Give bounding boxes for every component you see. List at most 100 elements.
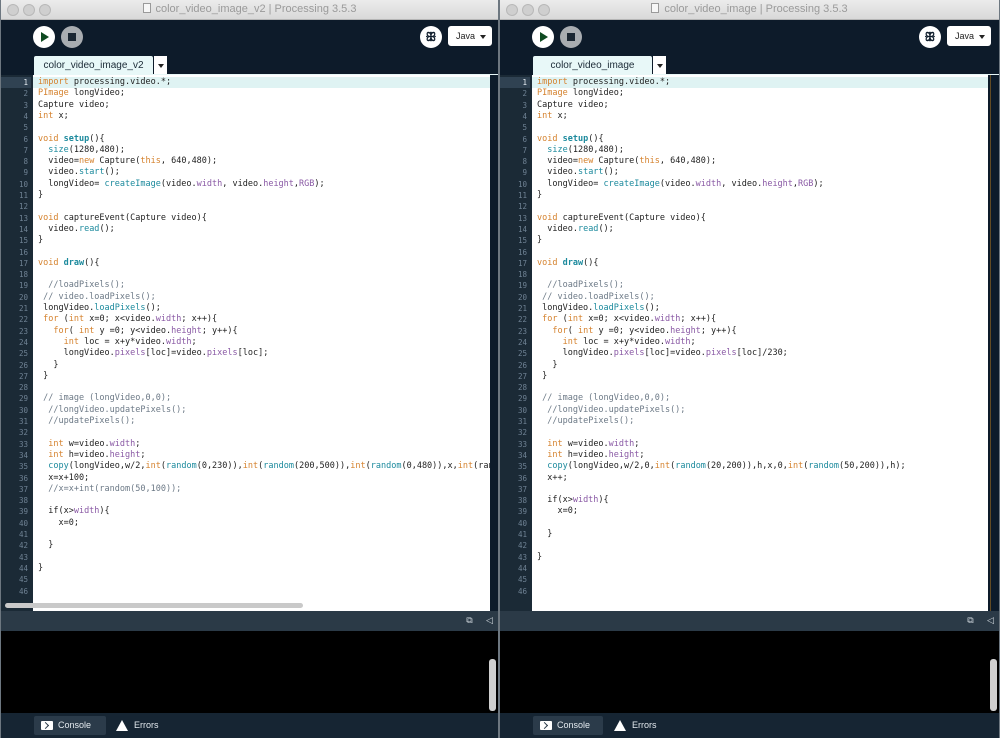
code-line[interactable]: int w=video.width; [532,439,988,450]
code-line[interactable] [33,201,490,212]
tab-menu-button[interactable] [154,56,167,75]
code-line[interactable]: int h=video.height; [33,450,490,461]
errors-tab[interactable]: Errors [608,716,668,735]
debug-button[interactable]: ꕥ [420,26,442,48]
tab-sketch[interactable]: color_video_image_v2 [34,56,153,75]
code-line[interactable]: video.read(); [33,224,490,235]
code-line[interactable]: //loadPixels(); [33,280,490,291]
code-line[interactable]: // video.loadPixels(); [532,292,988,303]
code-line[interactable] [33,586,490,597]
code-line[interactable]: longVideo.loadPixels(); [532,303,988,314]
code-line[interactable]: Capture video; [33,100,490,111]
code-line[interactable]: for (int x=0; x<video.width; x++){ [33,314,490,325]
code-line[interactable]: size(1280,480); [33,145,490,156]
code-line[interactable] [33,495,490,506]
code-line[interactable] [532,247,988,258]
code-line[interactable]: import processing.video.*; [532,77,988,89]
code-line[interactable]: int h=video.height; [532,450,988,461]
code-line[interactable]: // image (longVideo,0,0); [532,393,988,404]
code-line[interactable]: longVideo= createImage(video.width, vide… [532,179,988,190]
code-line[interactable]: // image (longVideo,0,0); [33,393,490,404]
code-line[interactable] [532,518,988,529]
code-line[interactable]: } [532,371,988,382]
code-line[interactable]: for( int y =0; y<video.height; y++){ [33,326,490,337]
code-line[interactable] [33,247,490,258]
code-line[interactable]: int loc = x+y*video.width; [33,337,490,348]
code-line[interactable]: x=x+100; [33,473,490,484]
code-line[interactable] [33,382,490,393]
console-tab[interactable]: Console [533,716,603,735]
code-line[interactable]: longVideo.pixels[loc]=video.pixels[loc]; [33,348,490,359]
run-button[interactable] [33,26,55,48]
mode-selector[interactable]: Java [448,26,492,46]
console-scrollbar[interactable] [990,659,997,711]
code-line[interactable] [532,382,988,393]
code-line[interactable]: void setup(){ [33,134,490,145]
console-output[interactable] [1,631,498,713]
code-line[interactable]: longVideo.loadPixels(); [33,303,490,314]
debug-button[interactable]: ꕥ [919,26,941,48]
code-line[interactable] [532,269,988,280]
code-line[interactable]: // video.loadPixels(); [33,292,490,303]
copy-icon[interactable]: ⧉ [966,616,975,625]
code-line[interactable]: PImage longVideo; [532,88,988,99]
code-line[interactable]: } [33,190,490,201]
code-line[interactable]: copy(longVideo,w/2,int(random(0,230)),in… [33,461,490,472]
title-bar[interactable]: color_video_image | Processing 3.5.3 [500,0,999,20]
code-line[interactable]: //updatePixels(); [532,416,988,427]
code-line[interactable]: void draw(){ [33,258,490,269]
code-line[interactable] [532,122,988,133]
code-line[interactable]: } [33,563,490,574]
code-line[interactable] [532,563,988,574]
code-line[interactable]: if(x>width){ [532,495,988,506]
tab-menu-button[interactable] [653,56,666,75]
code-line[interactable]: } [532,190,988,201]
code-line[interactable]: } [33,540,490,551]
code-line[interactable]: video.read(); [532,224,988,235]
collapse-arrow-icon[interactable]: ◁ [485,616,494,625]
code-text-area[interactable]: import processing.video.*; PImage longVid… [33,75,490,611]
code-line[interactable] [532,574,988,585]
code-line[interactable]: longVideo.pixels[loc]=video.pixels[loc]/… [532,348,988,359]
stop-button[interactable] [61,26,83,48]
code-line[interactable]: for( int y =0; y<video.height; y++){ [532,326,988,337]
code-line[interactable]: video.start(); [33,167,490,178]
console-output[interactable] [500,631,999,713]
code-line[interactable]: size(1280,480); [532,145,988,156]
code-line[interactable] [33,552,490,563]
code-line[interactable]: void captureEvent(Capture video){ [33,213,490,224]
code-line[interactable]: x++; [532,473,988,484]
code-line[interactable]: import processing.video.*; [33,77,490,89]
code-line[interactable]: for (int x=0; x<video.width; x++){ [532,314,988,325]
code-line[interactable]: int x; [532,111,988,122]
code-line[interactable] [33,427,490,438]
code-line[interactable]: if(x>width){ [33,506,490,517]
code-line[interactable]: //longVideo.updatePixels(); [33,405,490,416]
code-line[interactable] [532,586,988,597]
code-line[interactable]: int x; [33,111,490,122]
code-line[interactable] [532,427,988,438]
code-line[interactable]: void draw(){ [532,258,988,269]
code-line[interactable] [33,269,490,280]
code-line[interactable]: void setup(){ [532,134,988,145]
code-line[interactable] [532,540,988,551]
code-line[interactable]: longVideo= createImage(video.width, vide… [33,179,490,190]
code-line[interactable]: //longVideo.updatePixels(); [532,405,988,416]
code-line[interactable] [33,122,490,133]
code-line[interactable]: } [532,529,988,540]
code-line[interactable]: //updatePixels(); [33,416,490,427]
collapse-arrow-icon[interactable]: ◁ [986,616,995,625]
code-line[interactable]: video=new Capture(this, 640,480); [532,156,988,167]
code-line[interactable]: x=0; [33,518,490,529]
editor-vertical-scrollbar[interactable] [490,75,498,611]
code-line[interactable]: } [532,360,988,371]
mode-selector[interactable]: Java [947,26,991,46]
code-line[interactable]: Capture video; [532,100,988,111]
code-line[interactable] [33,529,490,540]
tab-sketch[interactable]: color_video_image [533,56,652,75]
run-button[interactable] [532,26,554,48]
stop-button[interactable] [560,26,582,48]
code-line[interactable]: void captureEvent(Capture video){ [532,213,988,224]
code-line[interactable] [532,201,988,212]
editor-horizontal-scrollbar[interactable] [5,603,303,608]
